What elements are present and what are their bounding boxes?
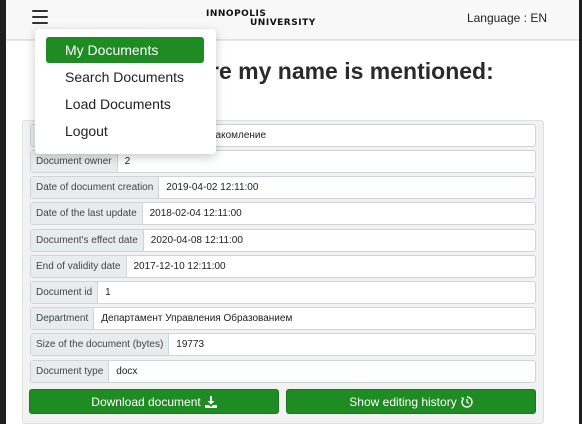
doc-row-key: Date of document creation: [31, 177, 160, 198]
university-logo: INNOPOLIS UNIVERSITY: [206, 8, 315, 32]
doc-row-value: Департамент Управления Образованием: [101, 313, 293, 324]
download-document-button[interactable]: Download document: [29, 389, 279, 414]
doc-row-value: 2017-12-10 12:11:00: [133, 261, 226, 272]
history-icon: [460, 395, 473, 408]
doc-row-value: 2020-04-08 12:11:00: [150, 235, 243, 246]
doc-row-value: 1: [105, 287, 111, 298]
doc-row-last-update: Date of the last update 2018-02-04 12:11…: [30, 202, 536, 225]
download-button-label: Download document: [91, 394, 201, 409]
doc-row-value: 2018-02-04 12:11:00: [149, 208, 242, 219]
doc-row-id: Document id 1: [30, 281, 536, 304]
doc-row-type: Document type docx: [30, 360, 536, 383]
doc-row-value: 19773: [176, 339, 205, 350]
menu-item-search-documents[interactable]: Search Documents: [46, 64, 204, 90]
doc-row-size: Size of the document (bytes) 19773: [30, 333, 536, 356]
doc-row-effect-date: Document's effect date 2020-04-08 12:11:…: [30, 229, 536, 252]
doc-row-key: Size of the document (bytes): [31, 334, 170, 355]
doc-row-value: 2: [124, 156, 131, 167]
doc-row-key: Department: [31, 308, 95, 329]
doc-row-key: Document type: [31, 361, 110, 382]
doc-row-department: Department Департамент Управления Образо…: [30, 307, 536, 330]
menu-item-load-documents[interactable]: Load Documents: [46, 91, 204, 117]
doc-row-key: Document's effect date: [31, 230, 144, 251]
doc-row-validity-end: End of validity date 2017-12-10 12:11:00: [30, 255, 536, 278]
doc-row-value: 2019-04-02 12:11:00: [166, 182, 259, 193]
doc-row-key: End of validity date: [31, 256, 127, 277]
doc-row-key: Document id: [31, 282, 99, 303]
menu-item-my-documents[interactable]: My Documents: [46, 37, 204, 63]
doc-row-key: Date of the last update: [31, 203, 143, 224]
hamburger-icon[interactable]: [32, 10, 48, 24]
show-editing-history-button[interactable]: Show editing history: [286, 389, 536, 414]
main-menu-dropdown: My Documents Search Documents Load Docum…: [35, 29, 216, 154]
history-button-label: Show editing history: [349, 394, 457, 409]
menu-item-logout[interactable]: Logout: [46, 118, 204, 144]
doc-row-value: docx: [116, 366, 138, 377]
page-title: re my name is mentioned:: [210, 58, 494, 84]
doc-row-creation-date: Date of document creation 2019-04-02 12:…: [30, 176, 536, 199]
doc-row-key: Document owner: [31, 151, 118, 172]
language-selector[interactable]: Language : EN: [467, 11, 547, 25]
logo-line-2: UNIVERSITY: [250, 18, 316, 28]
download-icon: [204, 395, 217, 408]
